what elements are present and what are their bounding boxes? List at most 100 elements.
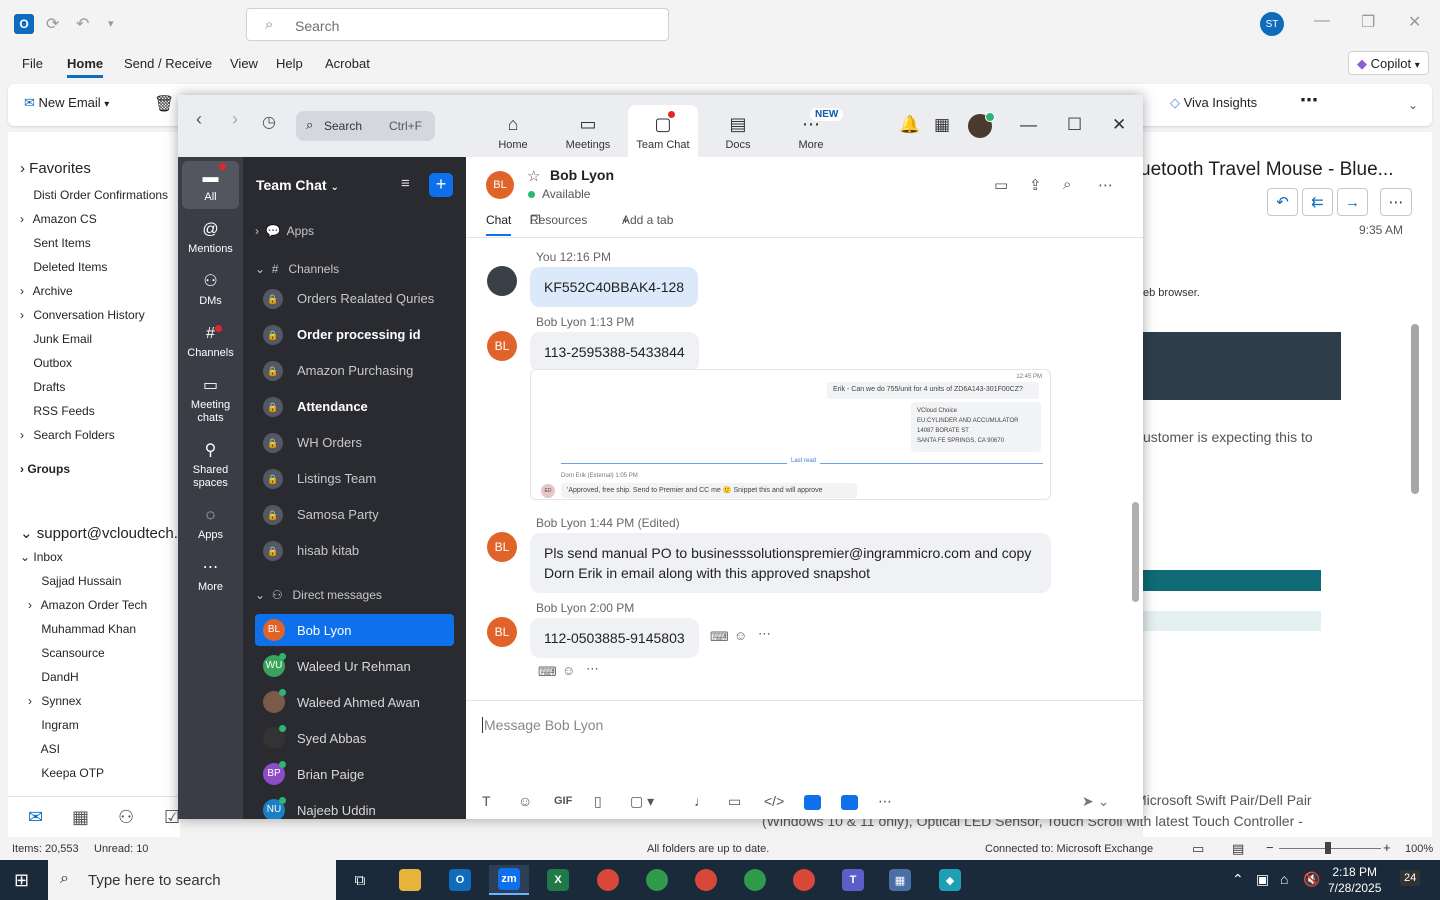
tab-meetings[interactable]: ▭ Meetings [553, 105, 623, 157]
favorites-header[interactable]: › Favorites [20, 160, 91, 177]
history-icon[interactable]: ◷ [262, 112, 276, 132]
sender-avatar[interactable]: BL [487, 331, 517, 361]
filter-icon[interactable]: ≡ [401, 175, 410, 192]
customize-qat-icon[interactable]: ▾ [108, 17, 114, 30]
zoom-slider-thumb[interactable] [1325, 842, 1331, 854]
file-explorer-icon[interactable] [390, 865, 430, 895]
video-call-icon[interactable]: ▭ [994, 176, 1008, 194]
inbox-folder[interactable]: ⌄ Inbox [20, 550, 63, 564]
forward-icon[interactable]: › [232, 109, 238, 130]
emoji-icon[interactable]: ☺ [518, 793, 532, 809]
channel-item[interactable]: 🔒 Samosa Party [255, 499, 454, 531]
reply-thread-icon[interactable]: ⌨ [538, 664, 557, 680]
rail-shared-spaces[interactable]: ⚲ Shared spaces [178, 440, 243, 490]
send-icon[interactable]: ➤ ⌄ [1082, 793, 1109, 810]
reply-thread-icon[interactable]: ⌨ [710, 629, 729, 645]
more-options-icon[interactable]: ⋯ [758, 626, 771, 642]
people-module-icon[interactable]: ⚇ [118, 807, 134, 828]
rail-all[interactable]: ▬ All [182, 161, 239, 209]
dm-section[interactable]: ⌄ ⚇ Direct messages [255, 588, 382, 602]
reading-view-icon[interactable]: ▤ [1232, 841, 1244, 857]
avatar[interactable]: ST [1260, 12, 1284, 36]
reply-icon[interactable]: ↶ [1267, 188, 1298, 216]
close-icon[interactable]: ✕ [1408, 12, 1421, 32]
teams-taskbar-icon[interactable]: T [833, 865, 873, 895]
channels-section[interactable]: ⌄ # Channels [255, 262, 339, 276]
taskbar-clock[interactable]: 2:18 PM 7/28/2025 [1328, 864, 1381, 896]
rail-meeting-chats[interactable]: ▭ Meeting chats [178, 375, 243, 425]
normal-view-icon[interactable]: ▭ [1192, 841, 1204, 857]
folder-item[interactable]: ASI [28, 742, 60, 756]
file-icon[interactable]: ▯ [594, 793, 602, 810]
folder-item[interactable]: Sent Items [20, 236, 90, 250]
folder-item[interactable]: › Amazon CS [20, 212, 97, 226]
tray-device-icon[interactable]: ▣ [1256, 871, 1269, 888]
folder-item[interactable]: › Conversation History [20, 308, 145, 322]
tab-chat[interactable]: Chat [486, 213, 512, 236]
menu-acrobat[interactable]: Acrobat [325, 56, 370, 71]
rail-dms[interactable]: ⚇ DMs [178, 271, 243, 308]
folder-item[interactable]: Keepa OTP [28, 766, 104, 780]
taskbar-search[interactable]: ⌕ Type here to search [48, 860, 336, 900]
chrome-taskbar-icon[interactable] [784, 865, 824, 895]
forward-icon[interactable]: → [1337, 188, 1368, 216]
copilot-button[interactable]: ◆ Copilot ▾ [1348, 51, 1429, 75]
code-snippet-icon[interactable]: </> [764, 793, 784, 809]
folder-item[interactable]: › Amazon Order Tech [28, 598, 147, 612]
emoji-reaction-icon[interactable]: ☺ [562, 663, 575, 678]
search-icon[interactable]: ⌕ [1063, 176, 1071, 193]
channel-item[interactable]: 🔒 Order processing id [255, 319, 454, 351]
folder-item[interactable]: Drafts [20, 380, 65, 394]
rail-mentions[interactable]: @ Mentions [178, 219, 243, 256]
dm-item[interactable]: BP Brian Paige [255, 758, 454, 790]
tab-docs[interactable]: ▤ Docs [703, 105, 773, 157]
minimize-icon[interactable]: — [1314, 12, 1330, 30]
sync-icon[interactable]: ⟳ [46, 14, 59, 34]
calculator-taskbar-icon[interactable]: ▦ [880, 865, 920, 895]
restore-icon[interactable]: ❐ [1361, 12, 1375, 32]
video-message-icon[interactable]: ▭ [728, 793, 741, 810]
task-view-icon[interactable]: ⧉ [340, 865, 380, 895]
microphone-icon[interactable]: ♩ [694, 793, 708, 809]
tab-home[interactable]: ⌂ Home [478, 105, 548, 157]
folder-item[interactable]: Sajjad Hussain [28, 574, 121, 588]
outlook-search-box[interactable]: ⌕ Search [246, 8, 669, 41]
chrome-taskbar-icon[interactable] [588, 865, 628, 895]
rail-channels[interactable]: # Channels [178, 323, 243, 360]
team-chat-title[interactable]: Team Chat ⌄ [256, 177, 339, 193]
close-icon[interactable]: ✕ [1112, 115, 1126, 135]
message-bubble[interactable]: KF552C40BBAK4-128 [530, 267, 699, 307]
excel-taskbar-icon[interactable]: X [538, 865, 578, 895]
folder-item[interactable]: DandH [28, 670, 78, 684]
network-icon[interactable]: ⌂ [1280, 871, 1288, 887]
star-icon[interactable]: ☆ [527, 167, 540, 185]
folder-item[interactable]: Muhammad Khan [28, 622, 136, 636]
zoom-search-box[interactable]: ⌕ Search Ctrl+F [296, 111, 435, 141]
volume-muted-icon[interactable]: 🔇 [1303, 871, 1320, 888]
bell-icon[interactable]: 🔔 [899, 115, 920, 135]
reading-scrollbar[interactable] [1411, 318, 1419, 830]
contact-avatar[interactable]: BL [486, 171, 514, 199]
chrome-taskbar-icon[interactable] [735, 865, 775, 895]
snapshot-image[interactable]: 12:45 PM Erik - Can we do 755/unit for 4… [530, 369, 1051, 500]
channel-item[interactable]: 🔒 Orders Realated Quries [255, 283, 454, 315]
app-taskbar-icon[interactable]: ◆ [930, 865, 970, 895]
chrome-taskbar-icon[interactable] [686, 865, 726, 895]
emoji-reaction-icon[interactable]: ☺ [734, 628, 747, 643]
channel-item[interactable]: 🔒 hisab kitab [255, 535, 454, 567]
back-icon[interactable]: ‹ [196, 109, 202, 130]
tab-team-chat[interactable]: ▢ Team Chat [628, 105, 698, 157]
channel-item[interactable]: 🔒 Attendance [255, 391, 454, 423]
rail-more[interactable]: ⋯ More [178, 557, 243, 594]
message-composer[interactable]: Message Bob Lyon T ☺ GIF ▯ ▢ ▾ ♩ ▭ </> ⋯… [466, 700, 1143, 819]
gif-icon[interactable]: GIF [554, 795, 572, 807]
dm-item[interactable]: WU Waleed Ur Rehman [255, 650, 454, 682]
folder-item[interactable]: › Synnex [28, 694, 81, 708]
reading-scroll-thumb[interactable] [1411, 324, 1419, 494]
mail-module-icon[interactable]: ✉ [28, 807, 43, 828]
tray-expand-icon[interactable]: ⌃ [1232, 871, 1244, 888]
folder-item[interactable]: Scansource [28, 646, 104, 660]
folder-item[interactable]: Outbox [20, 356, 72, 370]
menu-view[interactable]: View [230, 56, 258, 71]
chat-scrollbar[interactable] [1132, 502, 1139, 602]
